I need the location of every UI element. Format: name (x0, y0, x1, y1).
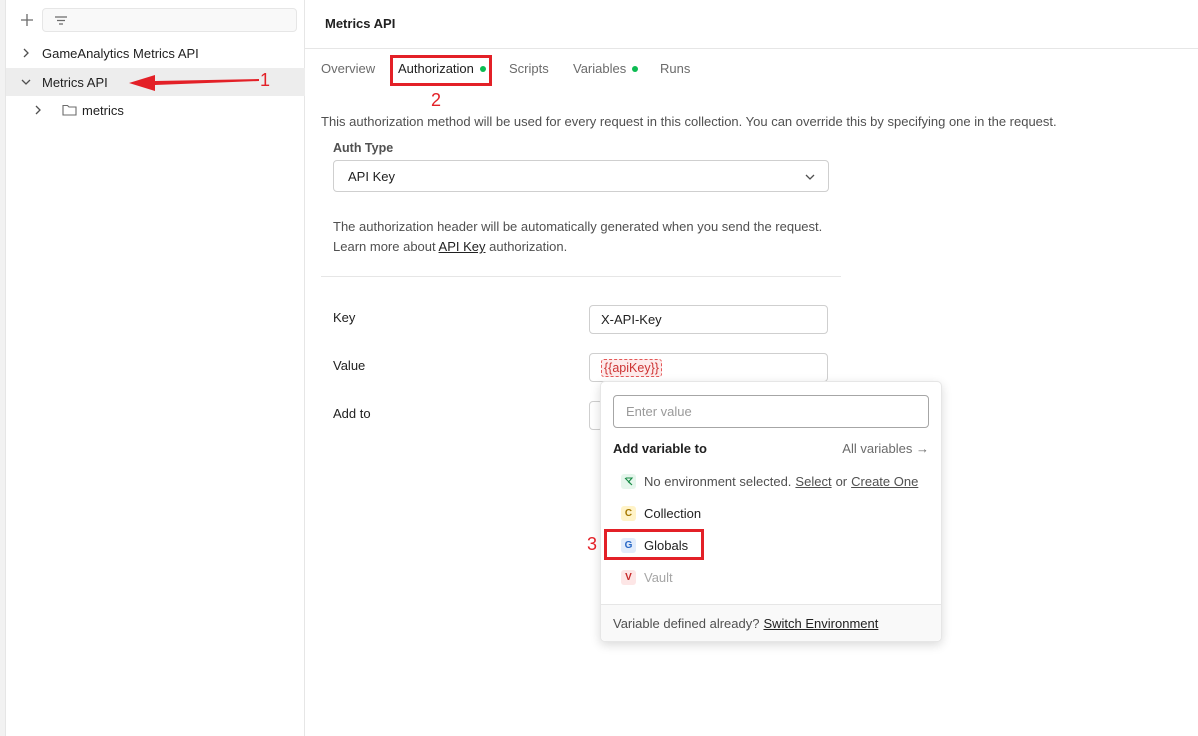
annotation-highlight-box (604, 529, 704, 560)
key-label: Key (333, 310, 356, 325)
collection-option[interactable]: C Collection (621, 503, 701, 523)
learn-more-suffix: authorization. (489, 239, 568, 254)
filter-icon (55, 16, 67, 25)
popup-footer: Variable defined already? Switch Environ… (601, 604, 941, 641)
select-environment-link[interactable]: Select (795, 474, 831, 489)
key-input[interactable]: X-API-Key (589, 305, 828, 334)
status-dot (632, 65, 639, 72)
sidebar-item-metrics-folder[interactable]: metrics (6, 96, 305, 124)
learn-more-prefix: Learn more about (333, 239, 436, 254)
tab-overview[interactable]: Overview (321, 61, 375, 76)
chevron-down-icon (805, 174, 815, 180)
switch-environment-link[interactable]: Switch Environment (763, 616, 878, 631)
tab-label: Variables (573, 61, 627, 76)
chevron-right-icon (23, 48, 29, 58)
vault-label: Vault (644, 569, 673, 585)
annotation-arrow-icon (129, 75, 259, 91)
sidebar-item-label: Metrics API (42, 74, 108, 90)
annotation-number-1: 1 (260, 70, 271, 90)
variable-value-input[interactable]: Enter value (613, 395, 929, 428)
page-title: Metrics API (325, 16, 396, 31)
api-key-doc-link[interactable]: API Key (439, 239, 486, 254)
vault-icon: V (621, 569, 636, 585)
value-label: Value (333, 358, 366, 373)
add-variable-popup: Enter value Add variable to All variable… (600, 381, 942, 642)
tab-variables[interactable]: Variables (573, 61, 639, 76)
annotation-number-3: 3 (587, 534, 598, 554)
auth-type-label: Auth Type (333, 141, 394, 155)
popup-heading: Add variable to (613, 441, 707, 456)
auth-type-select[interactable]: API Key (333, 160, 829, 192)
all-variables-link[interactable]: All variables → (842, 441, 929, 456)
annotation-number-2: 2 (431, 90, 442, 110)
chevron-right-icon (35, 105, 41, 115)
or-text: or (835, 473, 848, 489)
main-header: Metrics API (305, 0, 1198, 49)
auth-learn-more: Learn more about API Key authorization. (333, 239, 567, 254)
app-window: GameAnalytics Metrics API Metrics API me… (0, 0, 1198, 736)
auth-note: The authorization header will be automat… (333, 219, 823, 234)
divider (321, 276, 841, 277)
tab-label: Runs (660, 61, 691, 76)
variable-chip: {{apiKey}} (601, 358, 662, 377)
environment-option: No environment selected. Select or Creat… (621, 471, 918, 491)
auth-type-value: API Key (348, 168, 395, 184)
sidebar: GameAnalytics Metrics API Metrics API me… (6, 0, 305, 736)
no-environment-text: No environment selected. (644, 473, 792, 489)
value-input[interactable]: {{apiKey}} (589, 353, 828, 382)
chevron-down-icon (21, 79, 31, 85)
sidebar-toolbar (6, 0, 305, 40)
create-environment-link[interactable]: Create One (851, 474, 918, 489)
input-placeholder: Enter value (626, 404, 692, 419)
vault-option[interactable]: V Vault (621, 567, 673, 587)
sidebar-item-label: metrics (82, 102, 124, 118)
annotation-highlight-box (390, 55, 492, 86)
plus-icon[interactable] (17, 10, 37, 30)
tab-scripts[interactable]: Scripts (509, 61, 549, 76)
collection-icon: C (621, 505, 636, 521)
auth-description: This authorization method will be used f… (321, 114, 1057, 129)
collection-label: Collection (644, 505, 702, 521)
sidebar-filter-input[interactable] (42, 8, 297, 32)
add-to-label: Add to (333, 406, 371, 421)
sidebar-item-gameanalytics-metrics-api[interactable]: GameAnalytics Metrics API (6, 39, 305, 67)
no-environment-icon (621, 473, 636, 489)
sidebar-item-label: GameAnalytics Metrics API (42, 45, 199, 61)
key-value: X-API-Key (601, 312, 662, 327)
tab-label: Scripts (509, 61, 549, 76)
footer-text: Variable defined already? (613, 615, 760, 631)
tab-runs[interactable]: Runs (660, 61, 690, 76)
folder-icon (62, 104, 77, 116)
tab-label: Overview (321, 61, 376, 76)
